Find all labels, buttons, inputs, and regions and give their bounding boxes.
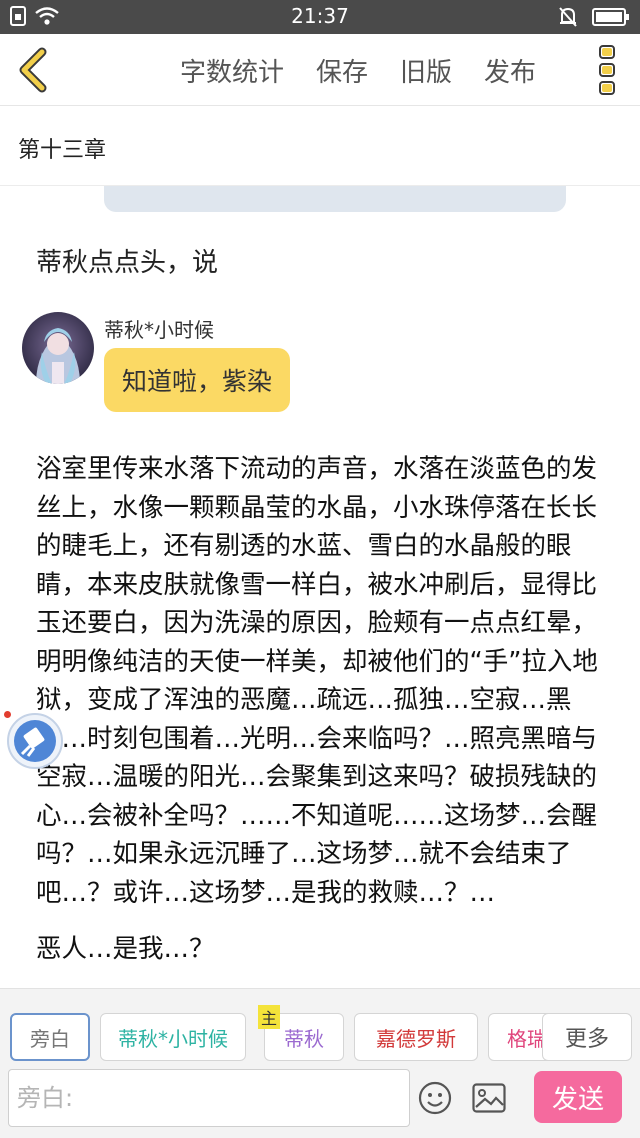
story-content[interactable]: 蒂秋点点头，说 蒂秋*小时候 知道啦，紫染 浴室里传来水落下流动的声音，水落在淡…	[0, 186, 640, 986]
more-menu-icon[interactable]	[598, 44, 616, 96]
battery-icon	[592, 8, 629, 26]
old-version-button[interactable]: 旧版	[400, 52, 452, 89]
mute-bell-icon	[559, 7, 577, 27]
previous-speech-bubble	[104, 186, 566, 212]
publish-button[interactable]: 发布	[484, 52, 536, 89]
speaker-name: 蒂秋*小时候	[104, 318, 214, 342]
avatar[interactable]	[22, 312, 94, 384]
role-character-3[interactable]: 嘉德罗斯	[354, 1013, 478, 1061]
chapter-header: 第十三章	[0, 106, 640, 186]
more-roles-button[interactable]: 更多	[542, 1013, 632, 1061]
top-toolbar: 字数统计 保存 旧版 发布	[0, 34, 640, 106]
word-count-button[interactable]: 字数统计	[180, 52, 284, 89]
send-button[interactable]: 发送	[534, 1071, 622, 1123]
narration-paragraph: 浴室里传来水落下流动的声音，水落在淡蓝色的发丝上，水像一颗颗晶莹的水晶，小水珠停…	[36, 454, 598, 908]
character-portrait-icon	[22, 312, 94, 384]
chapter-title[interactable]: 第十三章	[18, 132, 106, 164]
role-character-1[interactable]: 蒂秋*小时候	[100, 1013, 246, 1061]
role-narrator[interactable]: 旁白	[10, 1013, 90, 1061]
role-label: 旁白	[30, 1026, 70, 1051]
main-character-badge: 主	[258, 1005, 280, 1029]
image-icon[interactable]	[472, 1083, 506, 1113]
bottom-panel: 旁白 蒂秋*小时候 蒂秋 嘉德罗斯 格瑞 更多 主 发送	[0, 988, 640, 1138]
floating-broom-icon[interactable]	[6, 712, 64, 770]
narration-text-2: 恶人…是我…？	[36, 934, 215, 964]
back-arrow-icon[interactable]	[14, 46, 54, 94]
role-label: 蒂秋*小时候	[118, 1026, 228, 1051]
status-time: 21:37	[291, 4, 349, 28]
role-selector: 旁白 蒂秋*小时候 蒂秋 嘉德罗斯 格瑞 更多	[0, 1013, 640, 1063]
toolbar-actions: 字数统计 保存 旧版 发布	[180, 52, 536, 89]
status-right-icons	[558, 6, 630, 28]
message-input[interactable]	[17, 1074, 397, 1122]
emoji-icon[interactable]	[418, 1081, 452, 1115]
role-label: 蒂秋	[284, 1026, 324, 1051]
narration-text: 蒂秋点点头，说	[36, 248, 219, 278]
message-input-box[interactable]	[8, 1069, 410, 1127]
status-bar: 21:37	[0, 0, 640, 34]
speech-bubble[interactable]: 知道啦，紫染	[104, 348, 291, 412]
save-button[interactable]: 保存	[316, 52, 368, 89]
role-label: 嘉德罗斯	[376, 1026, 456, 1051]
role-label: 格瑞	[507, 1026, 547, 1051]
